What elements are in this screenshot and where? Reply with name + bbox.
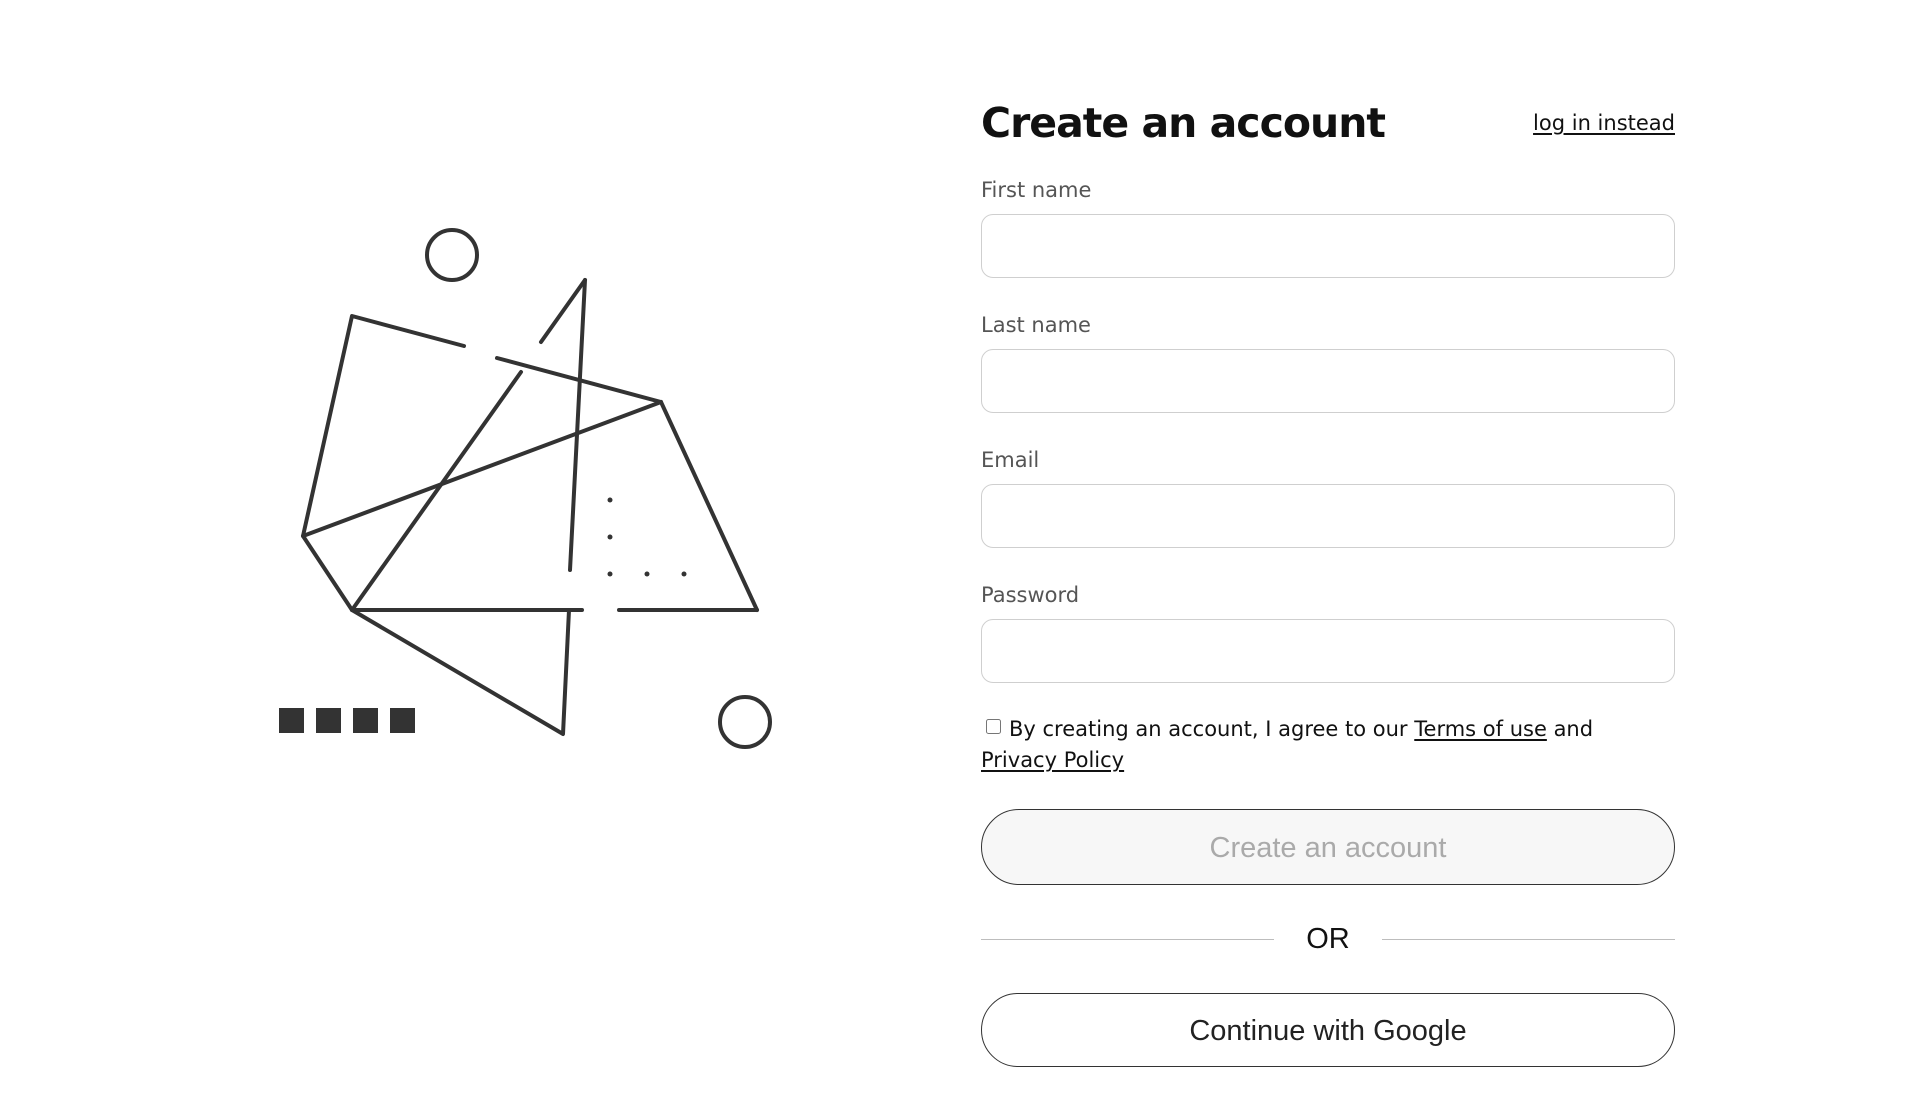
password-field-group: Password [981,581,1675,683]
email-input[interactable] [981,484,1675,548]
form-header: Create an account log in instead [981,95,1675,159]
circle-top-shape [425,228,479,282]
square-blocks-shape [279,708,415,733]
terms-of-use-link[interactable]: Terms of use [1414,717,1547,741]
first-name-field-group: First name [981,176,1675,278]
abstract-geometric-illustration [270,215,790,755]
terms-connector-text: and [1553,717,1594,741]
last-name-field-group: Last name [981,311,1675,413]
privacy-policy-link[interactable]: Privacy Policy [981,748,1124,772]
terms-agreement: By creating an account, I agree to our T… [981,714,1675,776]
outer-shape-line [301,314,571,736]
last-name-label: Last name [981,313,1091,337]
email-field-group: Email [981,446,1675,548]
terms-prefix-text: By creating an account, I agree to our [1009,717,1408,741]
signup-form: Create an account log in instead First n… [981,95,1675,1067]
or-divider: OR [981,919,1675,959]
last-name-input[interactable] [981,349,1675,413]
email-label: Email [981,448,1040,472]
first-name-label: First name [981,178,1092,202]
password-label: Password [981,583,1080,607]
first-name-input[interactable] [981,214,1675,278]
password-input[interactable] [981,619,1675,683]
circle-bottom-shape [718,695,772,749]
create-account-button[interactable]: Create an account [981,809,1675,885]
login-instead-link[interactable]: log in instead [1533,111,1675,135]
continue-with-google-button[interactable]: Continue with Google [981,993,1675,1067]
page-title: Create an account [981,99,1386,147]
signup-page: Create an account log in instead First n… [0,0,1920,1116]
terms-checkbox[interactable] [986,719,1001,734]
divider-line-right [1382,939,1675,940]
dot-grid-shape [607,497,687,577]
